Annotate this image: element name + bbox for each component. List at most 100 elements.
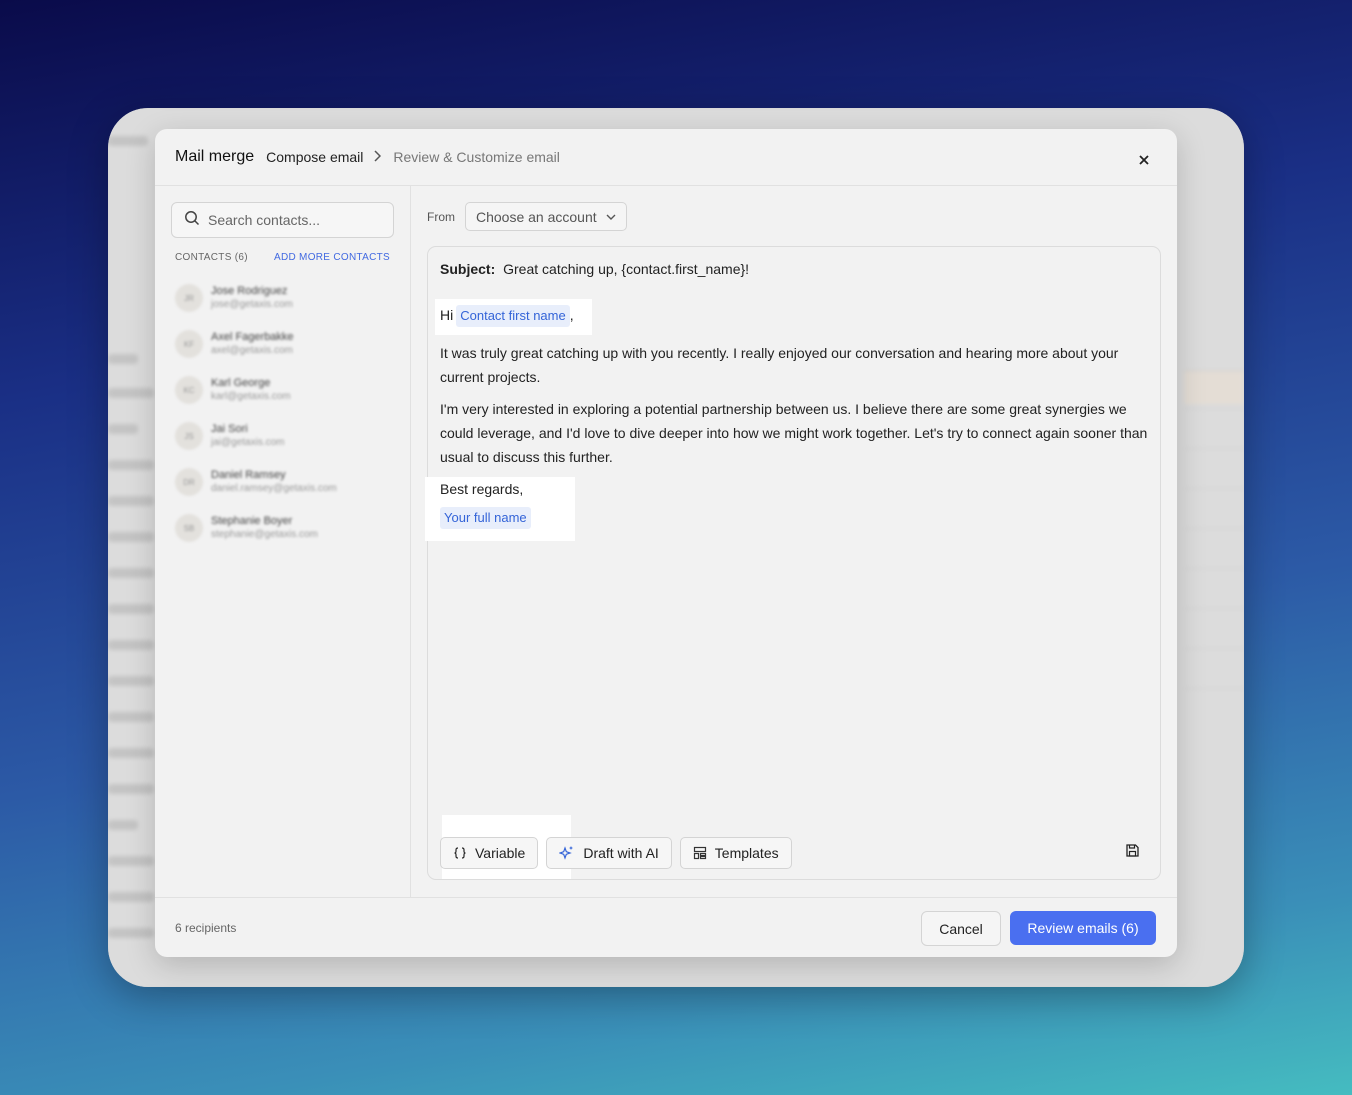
bg-blur (1184, 608, 1244, 642)
search-icon (184, 210, 200, 231)
closing-text: Best regards, (440, 481, 524, 497)
contact-email: stephanie@getaxis.com (211, 529, 318, 540)
bg-blur (108, 496, 154, 506)
signature-block: Best regards, Your full name (425, 477, 575, 541)
chevron-right-icon (373, 149, 382, 165)
variable-chip-full-name[interactable]: Your full name (440, 507, 531, 529)
contact-item[interactable]: JS Jai Sori jai@getaxis.com (175, 422, 395, 468)
email-body[interactable]: Hi Contact first name, It was truly great… (425, 299, 1148, 541)
variable-button[interactable]: Variable (440, 837, 539, 869)
contact-item[interactable]: SB Stephanie Boyer stephanie@getaxis.com (175, 514, 395, 560)
avatar: JS (175, 422, 203, 450)
bg-blur (108, 892, 154, 902)
bg-blur (1184, 648, 1244, 682)
bg-blur (108, 820, 138, 830)
bg-blur (1184, 448, 1244, 482)
avatar: KF (175, 330, 203, 358)
bg-blur (1184, 568, 1244, 602)
bg-blur (1184, 408, 1244, 442)
templates-label: Templates (714, 845, 779, 861)
bg-blur (108, 784, 154, 794)
greeting-text: Hi (440, 307, 454, 323)
contacts-header: CONTACTS (6) ADD MORE CONTACTS (175, 252, 390, 263)
compose-panel: From Choose an account Subject: Great ca… (411, 186, 1177, 897)
contacts-count: CONTACTS (6) (175, 252, 248, 263)
mail-merge-modal: Mail merge Compose email Review & Custom… (155, 129, 1177, 957)
paragraph-1: It was truly great catching up with you … (440, 345, 1119, 385)
subject-label: Subject: (440, 261, 496, 277)
templates-button[interactable]: Templates (679, 837, 792, 869)
bg-blur (108, 460, 154, 470)
bg-blur (1184, 528, 1244, 562)
variable-chip-first-name[interactable]: Contact first name (456, 305, 570, 327)
breadcrumb-compose[interactable]: Compose email (266, 149, 363, 165)
from-row: From Choose an account (427, 202, 627, 231)
from-label: From (427, 209, 455, 224)
greeting-suffix: , (569, 307, 574, 323)
contact-email: karl@getaxis.com (211, 391, 291, 402)
bg-blur (108, 928, 154, 938)
greeting-line: Hi Contact first name, (435, 299, 592, 335)
bg-blur (108, 604, 154, 614)
bg-blur (108, 388, 154, 398)
contact-item[interactable]: KC Karl George karl@getaxis.com (175, 376, 395, 422)
cancel-button[interactable]: Cancel (921, 911, 1001, 946)
variable-button-label: Variable (475, 845, 526, 861)
contact-email: jose@getaxis.com (211, 299, 293, 310)
account-select-value: Choose an account (476, 208, 597, 225)
contacts-sidebar: CONTACTS (6) ADD MORE CONTACTS JR Jose R… (155, 186, 411, 897)
review-emails-button[interactable]: Review emails (6) (1010, 911, 1156, 945)
add-more-contacts-link[interactable]: ADD MORE CONTACTS (274, 252, 390, 263)
draft-with-ai-label: Draft with AI (583, 845, 659, 861)
contact-item[interactable]: DR Daniel Ramsey daniel.ramsey@getaxis.co… (175, 468, 395, 514)
contact-item[interactable]: KF Axel Fagerbakke axel@getaxis.com (175, 330, 395, 376)
contact-email: axel@getaxis.com (211, 345, 293, 356)
recipients-count: 6 recipients (175, 920, 237, 935)
bg-blur (108, 748, 154, 758)
bg-blur (108, 856, 154, 866)
avatar: JR (175, 284, 203, 312)
bg-blur (108, 354, 138, 364)
breadcrumb-review[interactable]: Review & Customize email (393, 149, 560, 165)
bg-blur (1184, 688, 1244, 722)
search-input[interactable] (208, 212, 378, 228)
contact-name: Jai Sori (211, 423, 248, 435)
contact-email: jai@getaxis.com (211, 437, 285, 448)
account-select[interactable]: Choose an account (465, 202, 627, 231)
chevron-down-icon (606, 214, 616, 220)
bg-blur (108, 532, 154, 542)
modal-header: Mail merge Compose email Review & Custom… (155, 129, 1177, 186)
bg-blur (108, 676, 154, 686)
template-icon (693, 846, 707, 860)
contact-name: Jose Rodriguez (211, 285, 288, 297)
avatar: DR (175, 468, 203, 496)
subject-line[interactable]: Subject: Great catching up, {contact.fir… (440, 261, 749, 277)
contact-name: Axel Fagerbakke (211, 331, 294, 343)
bg-blur (108, 640, 154, 650)
save-icon[interactable] (1125, 843, 1140, 863)
bg-blur (108, 568, 154, 578)
paragraph-2: I'm very interested in exploring a poten… (440, 401, 1148, 465)
draft-with-ai-button[interactable]: Draft with AI (546, 837, 672, 869)
email-editor[interactable]: Subject: Great catching up, {contact.fir… (425, 246, 1161, 880)
contact-item[interactable]: JR Jose Rodriguez jose@getaxis.com (175, 284, 395, 330)
modal-footer: 6 recipients Cancel Review emails (6) (155, 897, 1177, 957)
close-icon[interactable] (1137, 153, 1151, 167)
braces-icon (453, 846, 467, 860)
contact-name: Karl George (211, 377, 271, 389)
editor-toolbar: Variable Draft with AI Templates (440, 815, 800, 879)
avatar: KC (175, 376, 203, 404)
contact-name: Stephanie Boyer (211, 515, 293, 527)
search-box[interactable] (171, 202, 394, 238)
modal-title: Mail merge (175, 148, 255, 165)
contact-name: Daniel Ramsey (211, 469, 286, 481)
sparkle-icon (559, 845, 575, 861)
contact-email: daniel.ramsey@getaxis.com (211, 483, 337, 494)
contact-list: JR Jose Rodriguez jose@getaxis.com KF Axe… (175, 284, 395, 560)
avatar: SB (175, 514, 203, 542)
bg-blur (108, 424, 138, 434)
subject-value: Great catching up, {contact.first_name}! (503, 261, 750, 277)
bg-blur (1184, 370, 1244, 404)
bg-blur (108, 136, 148, 146)
bg-blur (1184, 488, 1244, 522)
